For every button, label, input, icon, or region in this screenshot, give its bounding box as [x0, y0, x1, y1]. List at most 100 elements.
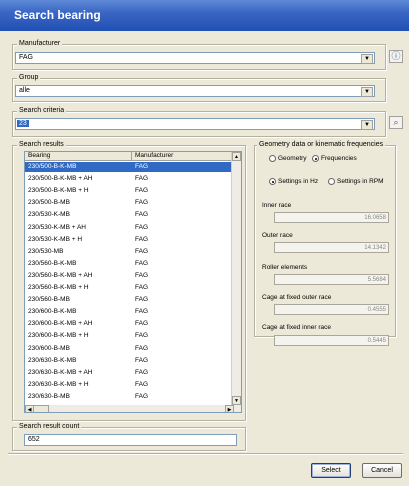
radio-circle[interactable] [312, 155, 319, 162]
group-value: alle [19, 87, 30, 94]
column-header-manufacturer[interactable]: Manufacturer [132, 152, 234, 161]
cell-bearing: 230/530-MB [28, 247, 64, 255]
window-title: Search bearing [14, 8, 101, 22]
horizontal-scrollbar[interactable]: ◀ ▶ [25, 405, 241, 412]
cell-bearing: 230/630-B-K-MB + AH [28, 368, 93, 376]
table-row[interactable]: 230/560-B-K-MB + H FAG [25, 283, 233, 293]
cell-bearing: 230/500-B-K-MB + AH [28, 175, 93, 183]
scroll-right-icon[interactable]: ▶ [225, 405, 234, 412]
table-row[interactable]: 230/530-K-MB FAG [25, 210, 233, 220]
radio-hz-label: Settings in Hz [278, 178, 319, 185]
cell-bearing: 230/560-B-K-MB + AH [28, 271, 93, 279]
cell-manufacturer: FAG [135, 163, 149, 170]
radio-hz[interactable]: Settings in Hz [269, 178, 318, 185]
table-row[interactable]: 230/500-B-K-MB + H FAG [25, 186, 233, 196]
radio-rpm[interactable]: Settings in RPM [328, 178, 384, 185]
group-label: Group [17, 74, 41, 81]
count-field: 652 [24, 434, 237, 446]
cancel-button[interactable]: Cancel [362, 463, 402, 478]
search-icon: ⌕ [393, 117, 399, 127]
table-row[interactable]: 230/500-B-K-MB FAG [25, 162, 233, 172]
cell-bearing: 230/530-K-MB + AH [28, 223, 86, 231]
inner-race-label: Inner race [262, 202, 292, 209]
table-row[interactable]: 230/560-B-K-MB + AH FAG [25, 271, 233, 281]
cell-manufacturer: FAG [135, 380, 149, 388]
results-label: Search results [17, 141, 66, 148]
radio-frequencies-label: Frequencies [321, 155, 357, 162]
column-header-bearing[interactable]: Bearing [25, 152, 132, 161]
title-bar: Search bearing [0, 0, 409, 31]
table-row[interactable]: 230/500-B-K-MB + AH FAG [25, 174, 233, 184]
cell-bearing: 230/500-B-K-MB [28, 163, 77, 170]
manufacturer-info-button[interactable]: ⓘ [389, 50, 403, 63]
cell-manufacturer: FAG [135, 392, 149, 400]
cell-bearing: 230/530-K-MB [28, 211, 70, 219]
cell-manufacturer: FAG [135, 199, 149, 207]
cage-outer-label: Cage at fixed outer race [262, 294, 332, 301]
geometry-label: Geometry data or kinematic frequencies [257, 141, 386, 148]
criteria-label: Search criteria [17, 107, 67, 114]
cell-bearing: 230/600-B-K-MB [28, 308, 77, 316]
cell-bearing: 230/600-B-MB [28, 344, 70, 352]
results-table[interactable]: Bearing Manufacturer 230/500-B-K-MB FAG 23… [24, 151, 242, 413]
outer-race-field: 14.1342 [274, 242, 389, 253]
group-select[interactable]: alle ▼ [15, 85, 375, 97]
cell-manufacturer: FAG [135, 320, 149, 328]
cell-manufacturer: FAG [135, 368, 149, 376]
search-button[interactable]: ⌕ [389, 116, 403, 129]
table-row[interactable]: 230/560-B-MB FAG [25, 295, 233, 305]
cell-manufacturer: FAG [135, 308, 149, 316]
table-row[interactable]: 230/500-B-MB FAG [25, 198, 233, 208]
cell-manufacturer: FAG [135, 247, 149, 255]
select-button[interactable]: Select [311, 463, 351, 478]
cell-bearing: 230/500-B-MB [28, 199, 70, 207]
cell-bearing: 230/560-B-K-MB + H [28, 284, 89, 291]
cell-manufacturer: FAG [135, 344, 149, 352]
table-row[interactable]: 230/600-B-K-MB FAG [25, 307, 233, 317]
cell-manufacturer: FAG [135, 175, 149, 183]
scroll-thumb[interactable] [33, 405, 49, 412]
table-row[interactable]: 230/530-MB FAG [25, 247, 233, 257]
bottom-divider [8, 453, 403, 455]
roller-elements-label: Roller elements [262, 264, 308, 271]
cell-manufacturer: FAG [135, 259, 149, 267]
scroll-up-icon[interactable]: ▲ [232, 152, 241, 161]
table-row[interactable]: 230/600-B-K-MB + H FAG [25, 331, 233, 341]
table-row[interactable]: 230/600-B-MB FAG [25, 344, 233, 354]
table-row[interactable]: 230/630-B-K-MB + H FAG [25, 380, 233, 390]
table-row[interactable]: 230/530-K-MB + H FAG [25, 235, 233, 245]
cell-manufacturer: FAG [135, 187, 149, 195]
cage-outer-field: 0.4555 [274, 304, 389, 315]
criteria-value: 23 [17, 120, 29, 127]
chevron-down-icon[interactable]: ▼ [361, 87, 373, 97]
table-row[interactable]: 230/630-B-K-MB FAG [25, 356, 233, 366]
cell-manufacturer: FAG [135, 284, 149, 291]
count-label: Search result count [17, 423, 82, 430]
chevron-down-icon[interactable]: ▼ [361, 54, 373, 64]
radio-geometry[interactable]: Geometry [269, 155, 307, 162]
cell-manufacturer: FAG [135, 332, 149, 340]
cage-inner-label: Cage at fixed inner race [262, 324, 332, 331]
radio-frequencies[interactable]: Frequencies [312, 155, 357, 162]
cell-bearing: 230/600-B-K-MB + H [28, 332, 89, 340]
table-row[interactable]: 230/530-K-MB + AH FAG [25, 223, 233, 233]
outer-race-label: Outer race [262, 232, 293, 239]
criteria-input[interactable]: 23 ▼ [15, 118, 375, 130]
vertical-scrollbar[interactable]: ▲ ▼ [231, 152, 241, 405]
scroll-down-icon[interactable]: ▼ [232, 396, 241, 405]
table-row[interactable]: 230/600-B-K-MB + AH FAG [25, 319, 233, 329]
radio-circle[interactable] [328, 178, 335, 185]
table-row[interactable]: 230/560-B-K-MB FAG [25, 259, 233, 269]
radio-circle[interactable] [269, 178, 276, 185]
table-row[interactable]: 230/630-B-K-MB + AH FAG [25, 368, 233, 378]
manufacturer-label: Manufacturer [17, 40, 63, 47]
radio-circle[interactable] [269, 155, 276, 162]
chevron-down-icon[interactable]: ▼ [361, 120, 373, 130]
cell-manufacturer: FAG [135, 235, 149, 243]
table-row[interactable]: 230/630-B-MB FAG [25, 392, 233, 402]
manufacturer-value: FAG [19, 54, 34, 61]
cell-bearing: 230/600-B-K-MB + AH [28, 320, 93, 328]
cell-manufacturer: FAG [135, 296, 149, 304]
radio-rpm-label: Settings in RPM [337, 178, 384, 185]
manufacturer-select[interactable]: FAG ▼ [15, 52, 375, 64]
